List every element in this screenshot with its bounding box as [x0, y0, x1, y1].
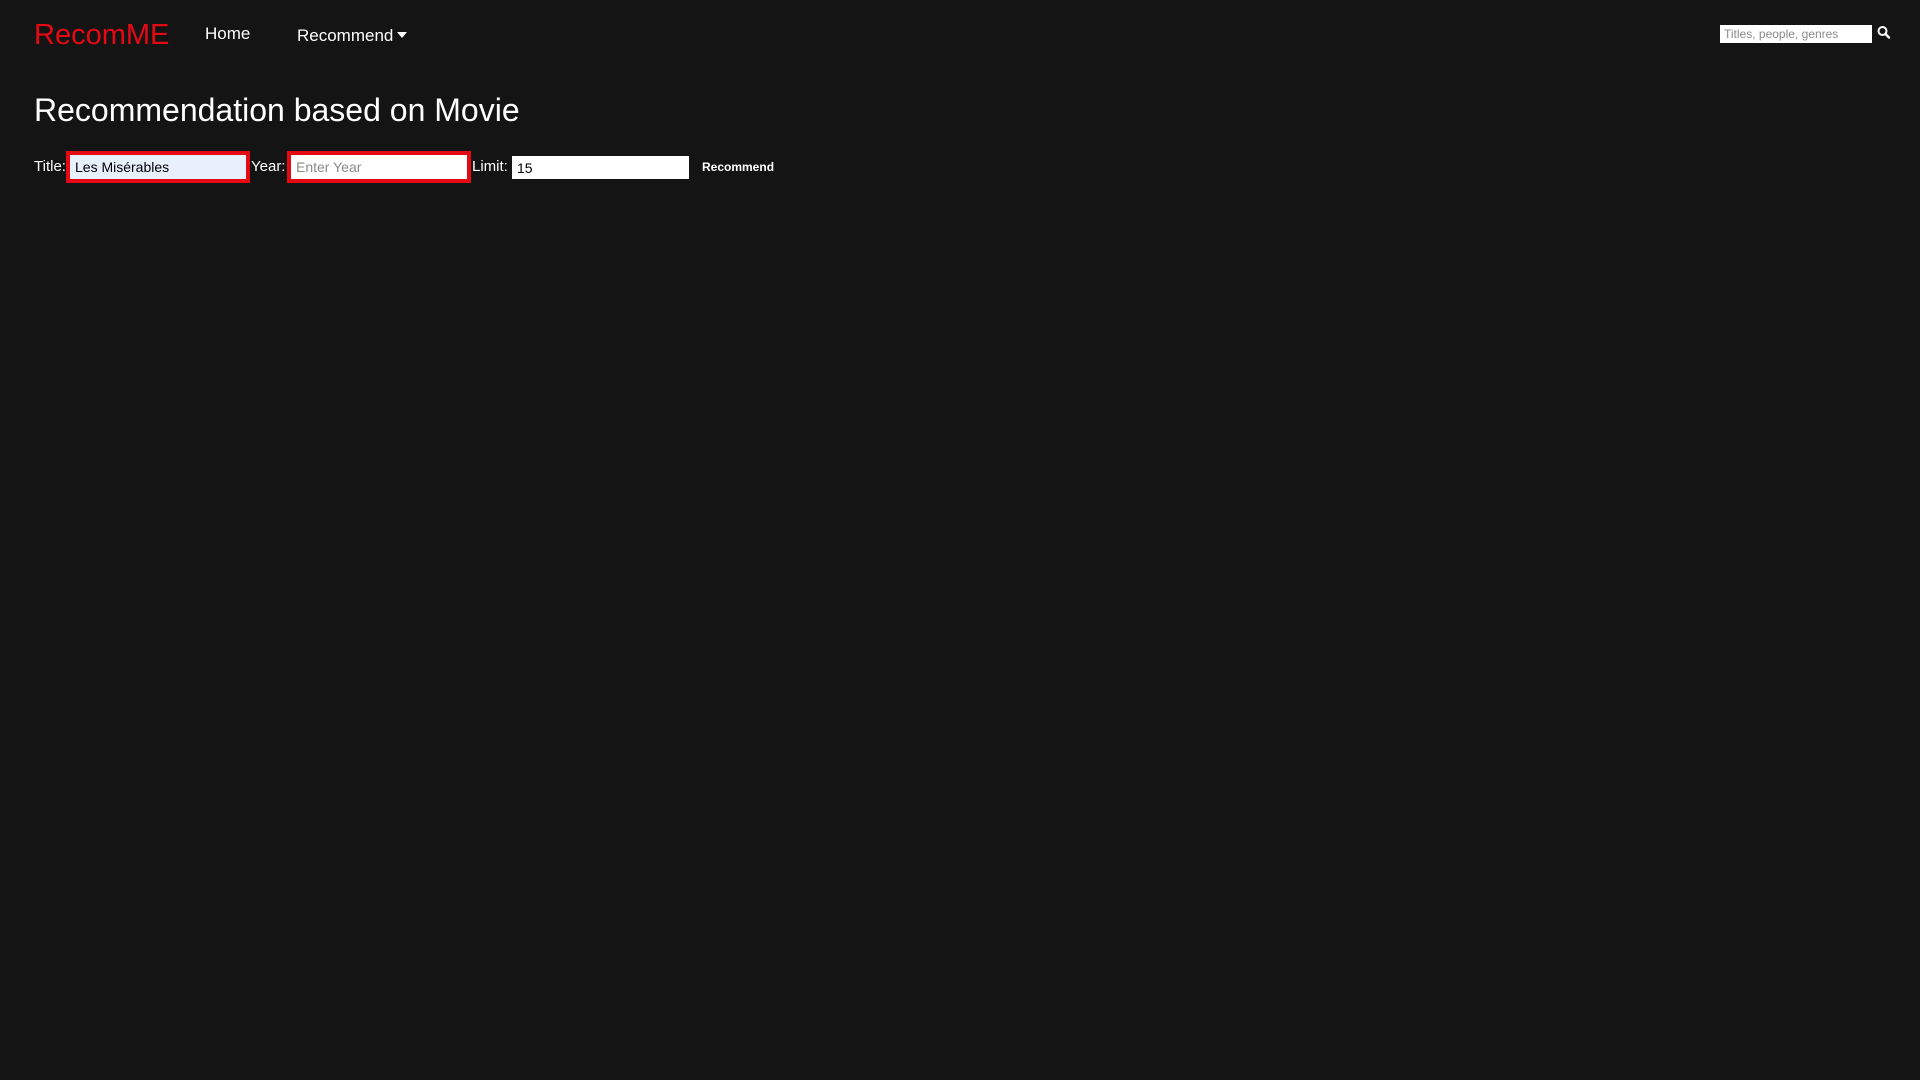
limit-label: Limit:: [472, 158, 508, 175]
page-title: Recommendation based on Movie: [34, 92, 520, 128]
limit-input[interactable]: [512, 156, 689, 179]
title-input[interactable]: [70, 155, 246, 179]
year-label: Year:: [251, 158, 286, 175]
recommend-button[interactable]: Recommend: [698, 158, 778, 176]
year-input[interactable]: [291, 155, 467, 179]
title-field-highlight: [66, 151, 250, 183]
search-input[interactable]: [1720, 25, 1872, 43]
nav-recommend-dropdown[interactable]: Recommend: [297, 26, 408, 46]
caret-down-icon: [397, 31, 408, 38]
top-navbar: RecomME Home Recommend: [0, 0, 1920, 70]
title-label: Title:: [34, 158, 66, 175]
year-field-highlight: [287, 151, 471, 183]
recommend-form: Title: Year: Limit: Recommend: [34, 151, 934, 183]
search-icon[interactable]: [1877, 25, 1893, 43]
brand-logo[interactable]: RecomME: [34, 17, 169, 53]
nav-recommend-label: Recommend: [297, 26, 394, 45]
nav-home-link[interactable]: Home: [205, 24, 250, 44]
